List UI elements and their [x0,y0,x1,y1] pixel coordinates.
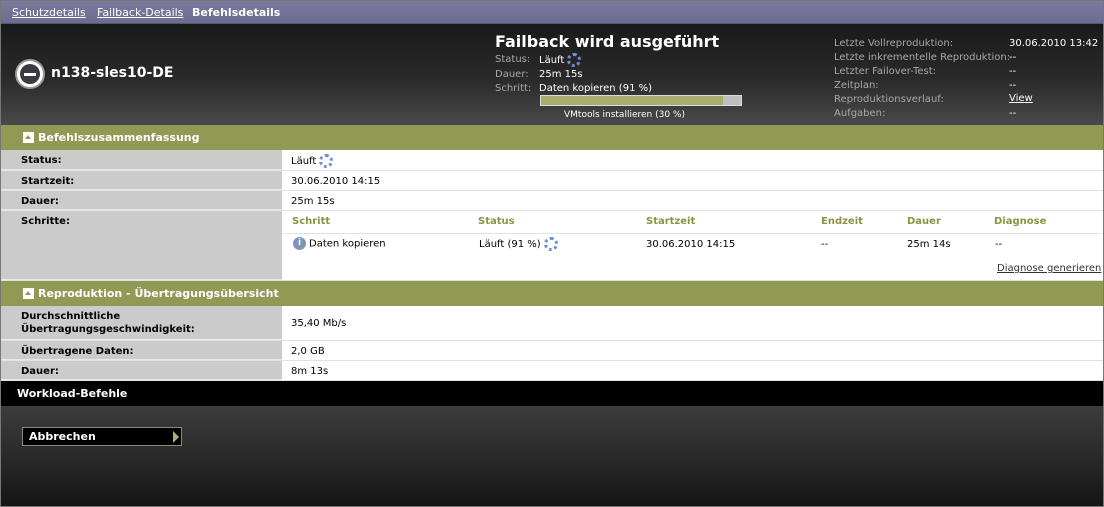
workload-stopped-icon [15,59,45,89]
row-label: Übertragene Daten: [1,341,282,360]
step-name-cell: i Daten kopieren [293,237,386,250]
section-title: Befehlszusammenfassung [38,131,200,144]
section-title: Reproduktion - Übertragungsübersicht [38,287,279,300]
progress-fill [541,96,723,105]
op-step-value: Daten kopieren (91 %) [539,83,653,94]
step-end: -- [821,239,829,250]
info-label-replication-history: Reproduktionsverlauf: [834,94,944,105]
workload-commands-bar: Workload-Befehle [1,381,1103,406]
info-value-schedule: -- [1009,80,1017,91]
row-label-line2: Übertragungsgeschwindigkeit: [21,324,195,335]
row-label: Startzeit: [1,171,282,190]
step-name: Daten kopieren [309,238,386,250]
running-spinner-icon [319,154,334,168]
running-spinner-icon [567,53,582,67]
step-diagnosis: -- [995,239,1003,250]
info-label-full-replication: Letzte Vollreproduktion: [834,38,954,49]
collapse-icon[interactable] [23,132,34,143]
tab-befehlsdetails[interactable]: Befehlsdetails [192,6,280,19]
row-label: Dauer: [1,191,282,210]
row-value-data: 2,0 GB [291,346,325,357]
row-label: Schritte: [1,211,282,280]
section-replication-transfer[interactable]: Reproduktion - Übertragungsübersicht [1,281,1103,306]
section-command-summary[interactable]: Befehlszusammenfassung [1,125,1103,150]
running-spinner-icon [543,237,558,251]
tab-schutzdetails[interactable]: Schutzdetails [12,6,86,19]
collapse-icon[interactable] [23,288,34,299]
replication-row-duration: Dauer: 8m 13s [1,361,1103,381]
abort-label: Abbrechen [29,430,96,443]
row-label-line1: Durchschnittliche [21,311,121,322]
replication-row-speed: Durchschnittliche Übertragungsgeschwindi… [1,306,1103,341]
info-value-tasks: -- [1009,108,1017,119]
sub-step-status: VMtools installieren (30 %) [564,110,685,120]
op-status-label: Status: [495,54,531,65]
generate-diagnostics-link[interactable]: Diagnose generieren [997,263,1101,274]
info-label-schedule: Zeitplan: [834,80,879,91]
row-label: Durchschnittliche Übertragungsgeschwindi… [1,306,282,340]
operation-progress-bar [540,95,742,106]
steps-header-diagnosis: Diagnose [994,216,1047,227]
row-value-duration: 8m 13s [291,366,329,377]
arrow-right-icon [173,431,179,443]
op-status-value: Läuft [539,53,582,67]
summary-row-steps: Schritte: Schritt Status Startzeit Endze… [1,211,1103,281]
row-value-speed: 35,40 Mb/s [291,318,347,329]
steps-header-status: Status [478,216,515,227]
workload-header: n138-sles10-DE Failback wird ausgeführt … [1,25,1103,125]
info-icon[interactable]: i [293,237,306,250]
step-status-cell: Läuft (91 %) [479,237,558,251]
view-history-link[interactable]: View [1009,93,1033,104]
workload-name: n138-sles10-DE [51,65,174,81]
abort-button[interactable]: Abbrechen [22,427,182,446]
tab-failback-details[interactable]: Failback-Details [97,6,183,19]
row-label: Dauer: [1,361,282,380]
row-label: Status: [1,150,282,170]
info-value-full-replication: 30.06.2010 13:42 [1009,38,1099,49]
steps-header-duration: Dauer [907,216,941,227]
steps-divider [283,233,1101,234]
row-value-start: 30.06.2010 14:15 [291,176,381,187]
operation-title: Failback wird ausgeführt [495,32,720,51]
info-label-failover-test: Letzter Failover-Test: [834,66,937,77]
info-value-incremental: -- [1009,52,1017,63]
step-duration: 25m 14s [907,239,951,250]
summary-row-duration: Dauer: 25m 15s [1,191,1103,211]
info-label-tasks: Aufgaben: [834,108,886,119]
steps-header-end: Endzeit [821,216,863,227]
summary-row-start: Startzeit: 30.06.2010 14:15 [1,171,1103,191]
workload-commands-title: Workload-Befehle [17,387,128,400]
tab-bar: Schutzdetails Failback-Details Befehlsde… [1,1,1103,24]
info-label-incremental: Letzte inkrementelle Reproduktion: [834,52,1011,63]
step-status: Läuft (91 %) [479,239,541,250]
replication-row-data: Übertragene Daten: 2,0 GB [1,341,1103,361]
op-duration-label: Dauer: [495,69,529,80]
steps-header-start: Startzeit [646,216,696,227]
row-value-status: Läuft [291,154,334,168]
info-value-failover-test: -- [1009,66,1017,77]
op-duration-value: 25m 15s [539,69,583,80]
summary-row-status: Status: Läuft [1,150,1103,171]
steps-header-step: Schritt [292,216,331,227]
step-start: 30.06.2010 14:15 [646,239,736,250]
status-text: Läuft [291,156,317,167]
row-value-duration: 25m 15s [291,196,335,207]
op-step-label: Schritt: [495,83,532,94]
op-status-text: Läuft [539,55,565,66]
workload-commands-area [1,406,1103,506]
